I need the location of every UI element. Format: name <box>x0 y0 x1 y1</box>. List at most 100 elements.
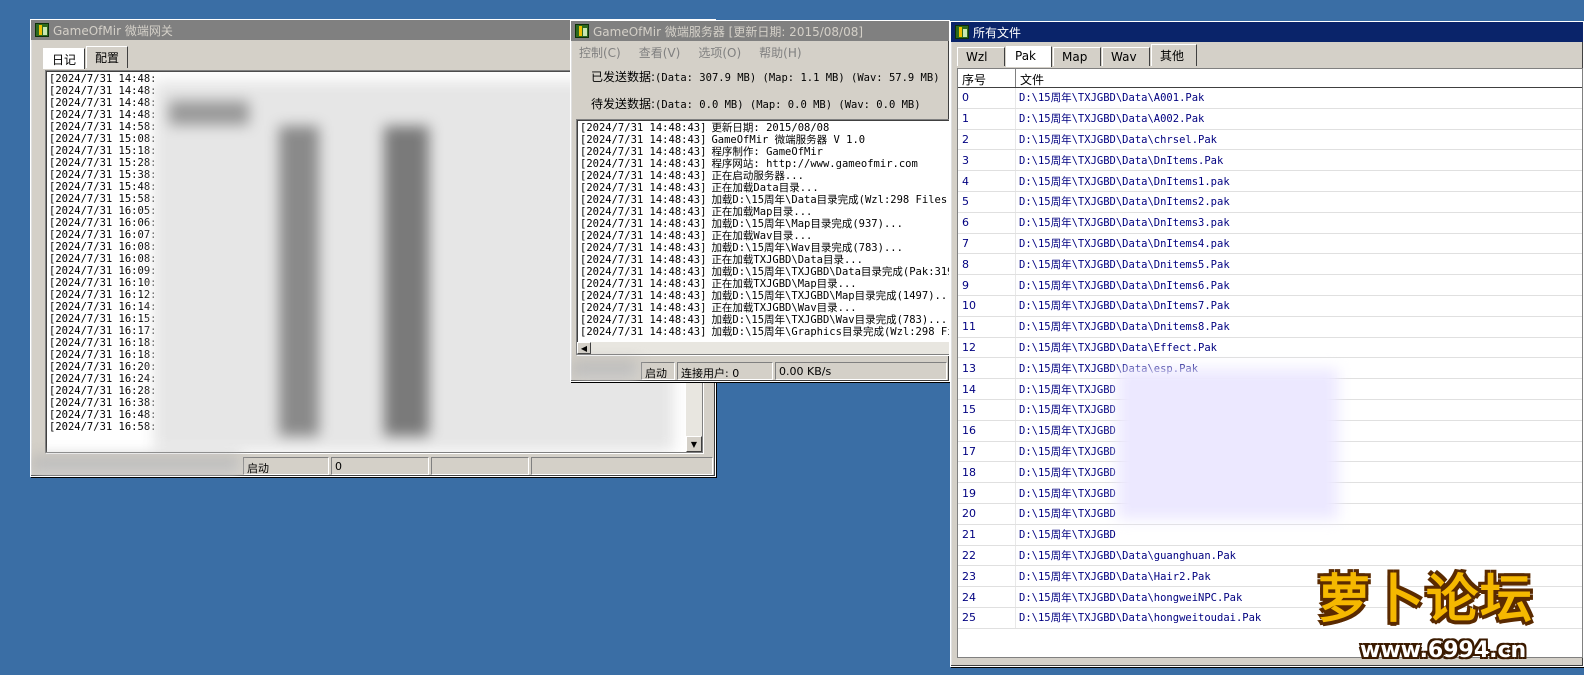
row-index: 9 <box>958 275 1016 295</box>
log-timestamp: [2024/7/31 14:48:43] <box>580 242 707 254</box>
column-index[interactable]: 序号 <box>958 69 1016 87</box>
log-message: 正在加载TXJGBD\Wav目录... <box>711 302 857 314</box>
menu-control[interactable]: 控制(C) <box>579 44 621 61</box>
log-timestamp: [2024/7/31 14:48:43] <box>580 206 707 218</box>
row-file-path: D:\15周年\TXJGBD <box>1019 404 1116 417</box>
gateway-statusbar: 启动 0 <box>31 456 715 476</box>
table-row[interactable]: 8 D:\15周年\TXJGBD\Data\Dnitems5.Pak <box>958 254 1582 276</box>
row-index: 17 <box>958 441 1016 462</box>
table-row[interactable]: 4 D:\15周年\TXJGBD\Data\DnItems1.pak <box>958 171 1582 192</box>
status-empty-1 <box>431 457 529 475</box>
file-rows: 0 D:\15周年\TXJGBD\Data\A001.Pak 1 D:\15周年\TX… <box>958 88 1582 629</box>
server-window: GameOfMir 微端服务器 [更新日期: 2015/08/08] 控制(C)… <box>570 20 950 382</box>
row-index: 24 <box>958 587 1016 607</box>
table-row[interactable]: 6 D:\15周年\TXJGBD\Data\DnItems3.pak <box>958 212 1582 234</box>
table-row[interactable]: 11 D:\15周年\TXJGBD\Data\Dnitems8.Pak <box>958 316 1582 338</box>
watermark-logo: 萝卜论坛 www.6994.cn <box>1318 568 1580 668</box>
log-message: 加载D:\15周年\Map目录完成(937)... <box>711 218 903 230</box>
files-title: 所有文件 <box>973 25 1022 40</box>
table-row[interactable]: 3 D:\15周年\TXJGBD\Data\DnItems.Pak <box>958 150 1582 172</box>
row-index: 15 <box>958 399 1016 420</box>
row-file-path: D:\15周年\TXJGBD <box>1019 383 1116 396</box>
menu-help[interactable]: 帮助(H) <box>759 44 801 61</box>
log-message: 加载D:\15周年\TXJGBD\Data目录完成(Pak:319 <box>711 266 950 278</box>
table-row[interactable]: 12 D:\15周年\TXJGBD\Data\Effect.Pak <box>958 337 1582 359</box>
table-row[interactable]: 9 D:\15周年\TXJGBD\Data\DnItems6.Pak <box>958 275 1582 296</box>
table-header: 序号 文件 <box>958 69 1582 88</box>
row-file-path: D:\15周年\TXJGBD\Data\DnItems1.pak <box>1019 175 1230 188</box>
log-line: [2024/7/31 14:48:43] 加载D:\15周年\TXJGBD\Wav… <box>580 314 947 326</box>
log-message: 加载D:\15周年\TXJGBD\Wav目录完成(783)... <box>711 314 948 326</box>
scroll-down-icon[interactable]: ▼ <box>686 436 702 452</box>
server-title: GameOfMir 微端服务器 [更新日期: 2015/08/08] <box>593 24 864 39</box>
table-row[interactable]: 1 D:\15周年\TXJGBD\Data\A002.Pak <box>958 108 1582 130</box>
row-file-path: D:\15周年\TXJGBD\Data\Dnitems5.Pak <box>1019 258 1230 271</box>
table-row[interactable]: 21 D:\15周年\TXJGBD <box>958 524 1582 546</box>
table-row[interactable]: 7 D:\15周年\TXJGBD\Data\DnItems4.pak <box>958 233 1582 255</box>
table-row[interactable]: 2 D:\15周年\TXJGBD\Data\chrsel.Pak <box>958 129 1582 151</box>
server-statusbar: 启动 连接用户: 0 0.00 KB/s <box>571 361 949 381</box>
tab-wav[interactable]: Wav <box>1102 47 1150 66</box>
table-row[interactable]: 10 D:\15周年\TXJGBD\Data\DnItems7.Pak <box>958 295 1582 317</box>
tab-config[interactable]: 配置 <box>86 46 129 68</box>
row-index: 11 <box>958 316 1016 337</box>
table-row[interactable]: 0 D:\15周年\TXJGBD\Data\A001.Pak <box>958 88 1582 109</box>
log-line: [2024/7/31 14:48:43] GameOfMir 微端服务器 V 1.… <box>580 134 947 146</box>
server-log-hscroll[interactable]: ◀ <box>577 342 949 354</box>
log-message: 加载D:\15周年\Graphics目录完成(Wzl:298 Fil <box>711 326 950 338</box>
log-message: 正在加载TXJGBD\Map目录... <box>711 278 857 290</box>
log-line: [2024/7/31 14:48:43] 加载D:\15周年\TXJGBD\Dat… <box>580 266 950 278</box>
row-file-path: D:\15周年\TXJGBD\Data\A001.Pak <box>1019 92 1205 105</box>
row-index: 14 <box>958 379 1016 399</box>
log-message: 加载D:\15周年\Data目录完成(Wzl:298 Files:1 <box>711 194 950 206</box>
row-file-path: D:\15周年\TXJGBD <box>1019 425 1116 438</box>
row-file-path: D:\15周年\TXJGBD\Data\DnItems.Pak <box>1019 154 1224 167</box>
table-row[interactable]: 22 D:\15周年\TXJGBD\Data\guanghuan.Pak <box>958 545 1582 567</box>
log-timestamp: [2024/7/31 14:48:43] <box>580 230 707 242</box>
menu-options[interactable]: 选项(O) <box>698 44 741 61</box>
log-line: [2024/7/31 14:48:43] 正在启动服务器... <box>580 170 947 182</box>
menu-view[interactable]: 查看(V) <box>639 44 681 61</box>
files-titlebar[interactable]: 所有文件 <box>951 22 1583 42</box>
redacted-region <box>1118 369 1338 519</box>
log-timestamp: [2024/7/31 14:48:43] <box>580 326 707 338</box>
log-timestamp: [2024/7/31 14:48:43] <box>580 254 707 266</box>
row-file-path: D:\15周年\TXJGBD <box>1019 487 1116 500</box>
row-file-path: D:\15周年\TXJGBD\Data\hongweiNPC.Pak <box>1019 591 1243 604</box>
status-redacted <box>33 457 241 475</box>
table-row[interactable]: 5 D:\15周年\TXJGBD\Data\DnItems2.pak <box>958 191 1582 213</box>
log-timestamp: [2024/7/31 14:48:43] <box>580 146 707 158</box>
log-message: 加载D:\15周年\Wav目录完成(783)... <box>711 242 903 254</box>
log-line: [2024/7/31 14:48:43] 正在加载Map目录... <box>580 206 947 218</box>
row-index: 2 <box>958 129 1016 150</box>
tab-pak[interactable]: Pak <box>1006 46 1052 67</box>
row-file-path: D:\15周年\TXJGBD <box>1019 445 1116 458</box>
row-index: 3 <box>958 150 1016 171</box>
log-message: 程序网站: http://www.gameofmir.com <box>711 158 918 170</box>
tab-map[interactable]: Map <box>1053 47 1101 66</box>
row-index: 1 <box>958 108 1016 129</box>
row-file-path: D:\15周年\TXJGBD <box>1019 466 1116 479</box>
row-index: 10 <box>958 295 1016 316</box>
row-file-path: D:\15周年\TXJGBD <box>1019 508 1116 521</box>
gateway-status-count: 0 <box>331 457 429 475</box>
gateway-status-state: 启动 <box>243 457 329 475</box>
gateway-title: GameOfMir 微端网关 <box>53 23 173 38</box>
log-timestamp: [2024/7/31 14:48:43] <box>580 194 707 206</box>
server-status-users: 连接用户: 0 <box>677 362 773 380</box>
log-message: 更新日期: 2015/08/08 <box>711 122 830 134</box>
log-message: 正在加载Map目录... <box>711 206 813 218</box>
tab-log[interactable]: 日记 <box>43 48 86 69</box>
scroll-left-icon[interactable]: ◀ <box>577 342 591 354</box>
log-timestamp: [2024/7/31 14:48:43] <box>580 122 707 134</box>
column-file[interactable]: 文件 <box>1016 69 1582 87</box>
log-line: [2024/7/31 14:48:43] 加载D:\15周年\Map目录完成(93… <box>580 218 947 230</box>
row-index: 21 <box>958 524 1016 545</box>
server-titlebar[interactable]: GameOfMir 微端服务器 [更新日期: 2015/08/08] <box>571 21 949 41</box>
server-log-panel: [2024/7/31 14:48:43] 更新日期: 2015/08/08 [202… <box>576 119 950 355</box>
row-file-path: D:\15周年\TXJGBD\Data\guanghuan.Pak <box>1019 549 1236 562</box>
sent-label: 已发送数据: <box>591 70 656 84</box>
tab-wzl[interactable]: Wzl <box>957 47 1005 66</box>
pending-label: 待发送数据: <box>591 97 656 111</box>
tab-other[interactable]: 其他 <box>1151 44 1197 66</box>
